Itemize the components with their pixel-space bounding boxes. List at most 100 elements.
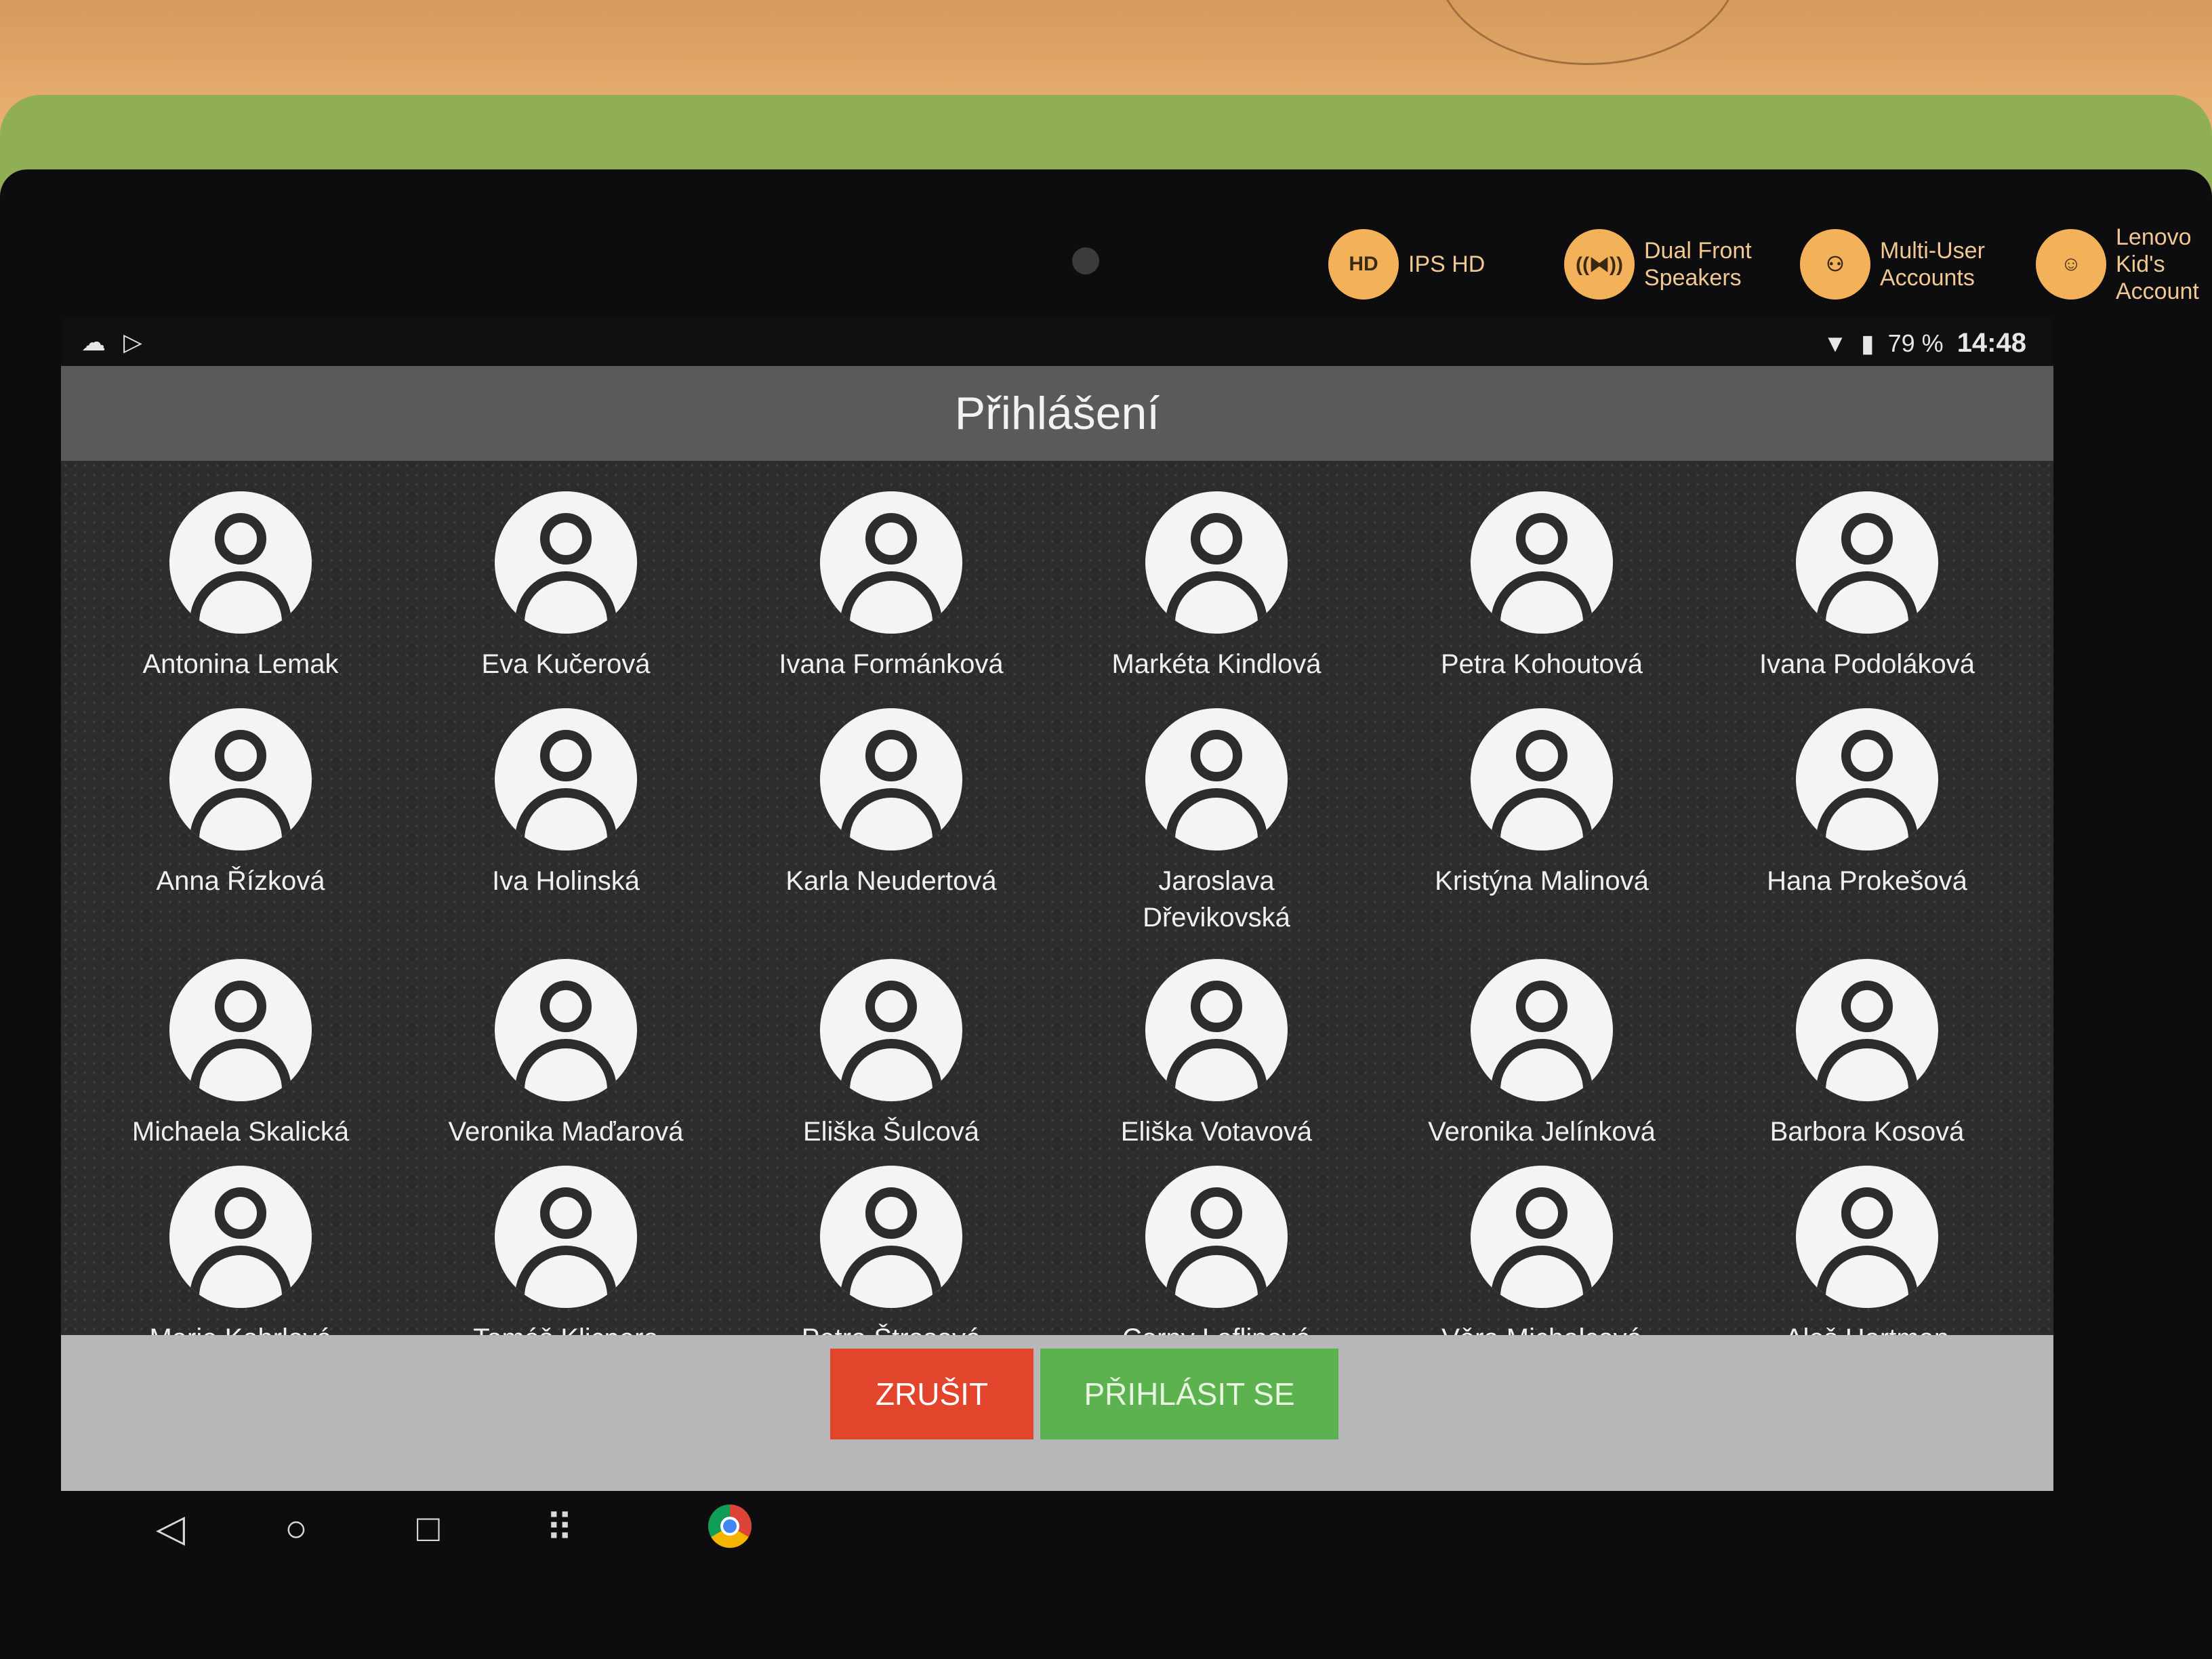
user-avatar-icon [169, 959, 312, 1101]
user-tile[interactable]: Marie Kobrlová [98, 1166, 383, 1357]
user-name: Jaroslava Dřevikovská [1143, 866, 1290, 933]
user-name: Hana Prokešová [1767, 866, 1967, 896]
user-tile[interactable]: Eva Kučerová [424, 491, 708, 682]
user-avatar-icon [1471, 959, 1613, 1101]
user-avatar-icon [1145, 1166, 1288, 1308]
user-avatar-icon [495, 959, 637, 1101]
user-name: Karla Neudertová [785, 866, 997, 896]
user-name: Iva Holinská [492, 866, 640, 896]
user-tile[interactable]: Ivana Podoláková [1725, 491, 2009, 682]
recents-icon[interactable]: □ [417, 1504, 440, 1552]
user-tile[interactable]: Iva Holinská [424, 708, 708, 899]
user-avatar-icon [495, 708, 637, 851]
user-tile[interactable]: Jaroslava Dřevikovská [1074, 708, 1359, 936]
user-name: Veronika Maďarová [448, 1117, 684, 1147]
user-avatar-icon [1145, 708, 1288, 851]
cancel-button[interactable]: ZRUŠIT [830, 1349, 1033, 1439]
user-avatar-icon [820, 959, 962, 1101]
user-tile[interactable]: Eliška Votavová [1074, 959, 1359, 1150]
user-tile[interactable]: Hana Prokešová [1725, 708, 2009, 899]
user-avatar-icon [1471, 491, 1613, 634]
feature-kids-account: ☺ Lenovo Kid's Account [2036, 224, 2212, 305]
play-store-icon: ▷ [123, 328, 142, 356]
feature-label: Multi-User Accounts [1880, 238, 1985, 291]
back-icon[interactable]: ◁ [156, 1504, 185, 1552]
user-tile[interactable]: Antonina Lemak [98, 491, 383, 682]
feature-multi-user: ⚇ Multi-User Accounts [1800, 229, 2009, 300]
front-camera [1072, 247, 1099, 274]
user-avatar-icon [1796, 491, 1938, 634]
feature-ips-hd: HD IPS HD [1328, 229, 1537, 300]
multi-user-icon: ⚇ [1800, 229, 1870, 300]
user-name: Anna Řízková [156, 866, 325, 896]
user-name: Michaela Skalická [131, 1117, 350, 1147]
user-avatar-icon [820, 708, 962, 851]
user-tile[interactable]: Veronika Jelínková [1399, 959, 1684, 1150]
status-bar: ☁ ▷ ▼ ▮ 79 % 14:48 [61, 319, 2053, 366]
chrome-icon[interactable] [708, 1504, 752, 1548]
user-tile[interactable]: Věra Michalcová [1399, 1166, 1684, 1357]
user-tile[interactable]: Barbora Kosová [1725, 959, 2009, 1150]
user-name: Kristýna Malinová [1435, 866, 1649, 896]
user-avatar-icon [169, 708, 312, 851]
feature-label: IPS HD [1408, 251, 1486, 277]
hd-icon: HD [1328, 229, 1399, 300]
user-tile[interactable]: Eliška Šulcová [749, 959, 1033, 1150]
kids-account-icon: ☺ [2036, 229, 2106, 300]
tablet-screen: ☁ ▷ ▼ ▮ 79 % 14:48 Přihlášení Antonina L… [61, 319, 2053, 1491]
user-tile[interactable]: Anna Řízková [98, 708, 383, 899]
user-avatar-icon [169, 1166, 312, 1308]
user-avatar-icon [1796, 1166, 1938, 1308]
navigation-bar: ◁ ○ □ ⠿ [61, 1491, 2053, 1565]
speakers-icon: ((⧓)) [1564, 229, 1635, 300]
action-bar: ZRUŠIT PŘIHLÁSIT SE [61, 1335, 2053, 1491]
user-avatar-icon [1471, 1166, 1613, 1308]
user-name: Markéta Kindlová [1111, 649, 1322, 679]
user-avatar-icon [1145, 491, 1288, 634]
user-name: Antonina Lemak [142, 649, 339, 679]
battery-icon: ▮ [1860, 329, 1875, 357]
user-avatar-icon [820, 491, 962, 634]
cloud-icon: ☁ [81, 328, 106, 356]
wifi-icon: ▼ [1823, 329, 1847, 357]
user-name: Veronika Jelínková [1428, 1117, 1656, 1147]
user-avatar-icon [1471, 708, 1613, 851]
title-bar: Přihlášení [61, 366, 2053, 461]
user-avatar-icon [1796, 708, 1938, 851]
user-tile[interactable]: Kristýna Malinová [1399, 708, 1684, 899]
user-name: Ivana Formánková [779, 649, 1004, 679]
user-name: Eliška Šulcová [802, 1117, 980, 1147]
user-avatar-icon [495, 491, 637, 634]
battery-level: 79 % [1887, 329, 1944, 357]
user-tile[interactable]: Corny Laflinová [1074, 1166, 1359, 1357]
user-name: Petra Kohoutová [1441, 649, 1643, 679]
feature-speakers: ((⧓)) Dual Front Speakers [1564, 229, 1773, 300]
feature-strip: HD IPS HD ((⧓)) Dual Front Speakers ⚇ Mu… [1328, 217, 2212, 312]
app-drawer-icon[interactable]: ⠿ [546, 1504, 573, 1552]
user-tile[interactable]: Petra Štrosová [749, 1166, 1033, 1357]
user-tile[interactable]: Michaela Skalická [98, 959, 383, 1150]
user-avatar-icon [495, 1166, 637, 1308]
home-icon[interactable]: ○ [285, 1504, 308, 1552]
user-name: Eliška Votavová [1120, 1117, 1313, 1147]
user-avatar-icon [1145, 959, 1288, 1101]
user-tile[interactable]: Petra Kohoutová [1399, 491, 1684, 682]
user-tile[interactable]: Markéta Kindlová [1074, 491, 1359, 682]
user-tile[interactable]: Ivana Formánková [749, 491, 1033, 682]
user-tile[interactable]: Karla Neudertová [749, 708, 1033, 899]
clock: 14:48 [1957, 328, 2026, 358]
user-avatar-icon [169, 491, 312, 634]
user-name: Eva Kučerová [481, 649, 651, 679]
user-tile[interactable]: Veronika Maďarová [424, 959, 708, 1150]
user-grid: Antonina Lemak Eva Kučerová Ivana Formán… [61, 461, 2053, 1353]
page-title: Přihlášení [954, 388, 1160, 439]
user-name: Ivana Podoláková [1759, 649, 1975, 679]
user-tile[interactable]: Aleš Hartman [1725, 1166, 2009, 1357]
feature-label: Lenovo Kid's Account [2116, 224, 2199, 304]
user-avatar-icon [1796, 959, 1938, 1101]
user-name: Barbora Kosová [1769, 1117, 1965, 1147]
user-avatar-icon [820, 1166, 962, 1308]
feature-label: Dual Front Speakers [1644, 238, 1752, 291]
user-tile[interactable]: Tomáš Klicpera [424, 1166, 708, 1357]
login-button[interactable]: PŘIHLÁSIT SE [1040, 1349, 1338, 1439]
